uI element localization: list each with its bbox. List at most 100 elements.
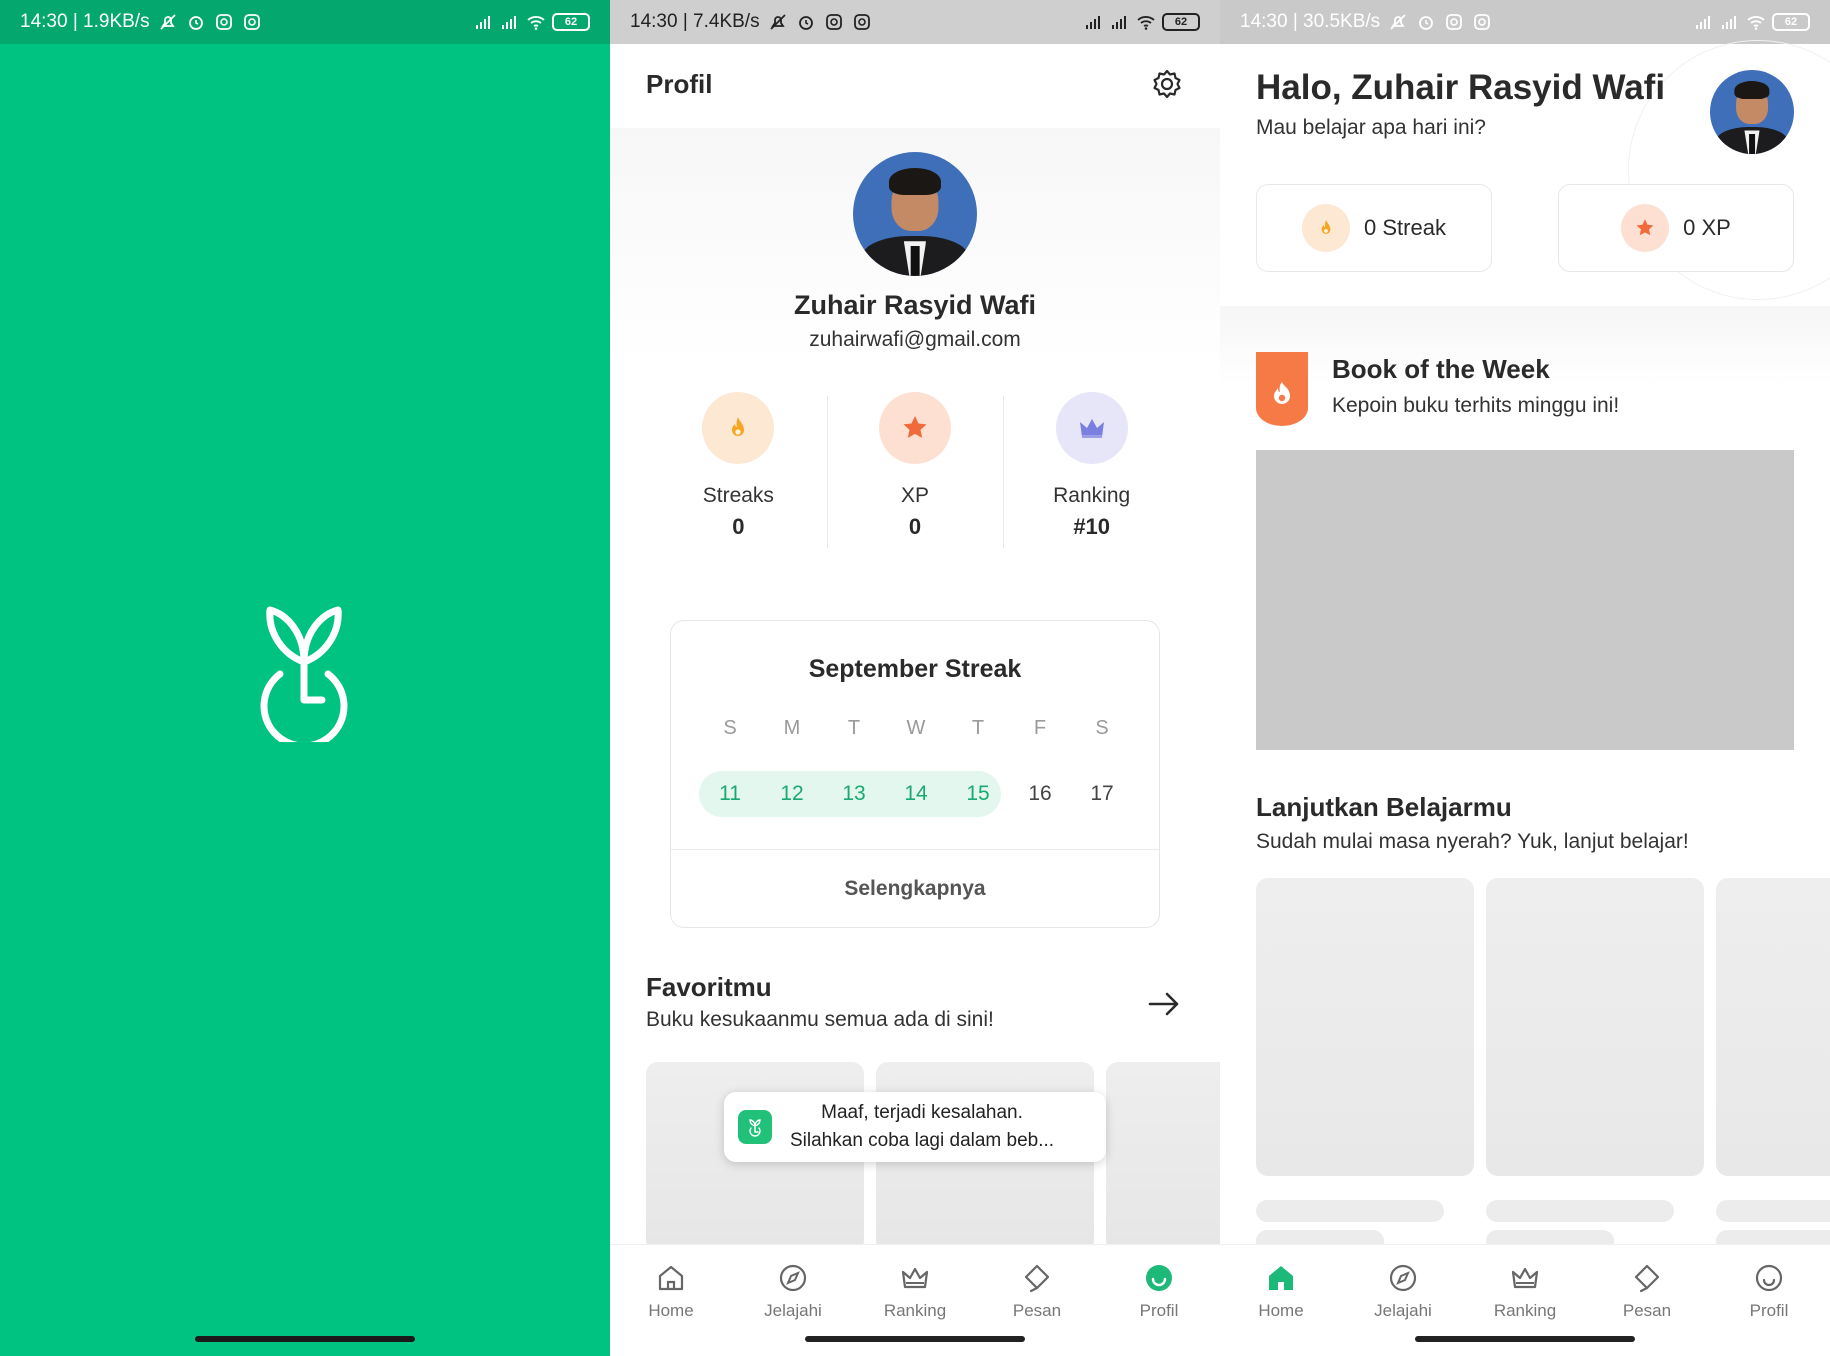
flame-icon xyxy=(702,392,775,464)
toast-line: Maaf, terjadi kesalahan. xyxy=(821,1101,1023,1123)
alarm-icon xyxy=(1419,16,1434,30)
stat-xp[interactable]: XP 0 xyxy=(826,392,1004,552)
nav-label: Pesan xyxy=(1622,1301,1672,1320)
weekday-label: S xyxy=(723,717,737,739)
crown-icon xyxy=(1055,392,1128,464)
battery-icon: 62 xyxy=(1162,13,1200,31)
bottom-nav: Home Jelajahi Ranking Pesan Profil xyxy=(610,1244,1220,1332)
nav-label: Home xyxy=(1258,1301,1304,1320)
splash-screen: 14:30 | 1.9KB/s 62 xyxy=(0,0,610,1356)
home-icon xyxy=(1269,1266,1293,1290)
see-more-button[interactable]: Selengkapnya xyxy=(671,877,1159,901)
instagram-icon xyxy=(853,14,870,30)
weekday-label: T xyxy=(971,717,985,739)
profile-stats: Streaks 0 XP 0 Ranking #10 xyxy=(650,392,1180,552)
home-icon xyxy=(658,1265,684,1291)
course-card-placeholder[interactable] xyxy=(1486,878,1704,1176)
status-bar: 14:30 | 1.9KB/s 62 xyxy=(0,0,610,44)
smile-icon xyxy=(1146,1265,1172,1291)
signal-icon xyxy=(476,16,490,29)
avatar[interactable] xyxy=(1710,70,1794,154)
mute-icon xyxy=(1390,14,1406,30)
weekday-label: M xyxy=(783,717,801,739)
xp-summary-card[interactable]: 0 XP xyxy=(1558,184,1794,272)
flame-icon xyxy=(1302,204,1351,252)
weekday-label: S xyxy=(1095,717,1109,739)
alarm-icon xyxy=(188,16,203,30)
skeleton-line xyxy=(1716,1200,1830,1222)
xp-summary-text: 0 XP xyxy=(1683,215,1731,240)
smile-icon xyxy=(1755,1264,1783,1292)
arrow-right-icon[interactable] xyxy=(1146,986,1182,1022)
streak-summary-card[interactable]: 0 Streak xyxy=(1256,184,1492,272)
profile-header: Profil xyxy=(610,44,1220,124)
avatar[interactable] xyxy=(853,152,977,276)
streak-title: September Streak xyxy=(808,655,1022,683)
page-title: Profil xyxy=(646,68,713,99)
favorites-subtitle: Buku kesukaanmu semua ada di sini! xyxy=(646,1008,994,1031)
profile-email: zuhairwafi@gmail.com xyxy=(809,328,1021,351)
wifi-icon xyxy=(527,16,545,30)
nav-ranking[interactable]: Ranking xyxy=(1464,1245,1586,1332)
instagram-icon xyxy=(1446,14,1463,30)
nav-explore[interactable]: Jelajahi xyxy=(1342,1245,1464,1332)
message-icon xyxy=(1634,1264,1660,1293)
book-of-week-title: Book of the Week xyxy=(1332,354,1550,384)
continue-learning-title: Lanjutkan Belajarmu xyxy=(1256,792,1512,822)
instagram-icon xyxy=(243,14,260,30)
stat-ranking[interactable]: Ranking #10 xyxy=(1003,392,1180,552)
stat-value: 0 xyxy=(908,514,922,539)
greeting-subtitle: Mau belajar apa hari ini? xyxy=(1256,116,1486,139)
alarm-icon xyxy=(798,16,813,30)
stat-label: Streaks xyxy=(702,484,774,507)
profile-screen: 14:30 | 7.4KB/s 62 Profil Zuhair Rasyid … xyxy=(610,0,1220,1356)
home-indicator[interactable] xyxy=(1415,1336,1635,1342)
stat-value: 0 xyxy=(732,514,745,539)
home-indicator[interactable] xyxy=(195,1336,415,1342)
nav-home[interactable]: Home xyxy=(1220,1245,1342,1332)
app-icon xyxy=(738,1110,772,1144)
course-card-placeholder[interactable] xyxy=(1716,878,1830,1176)
favorites-title: Favoritmu xyxy=(646,972,772,1002)
date-row: 11 12 13 14 15 16 17 xyxy=(699,771,1133,817)
nav-home[interactable]: Home xyxy=(610,1245,732,1332)
course-card-placeholder[interactable] xyxy=(1256,878,1474,1176)
weekday-row: S M T W T F S xyxy=(699,717,1133,740)
sprout-logo-icon xyxy=(260,606,348,742)
date-cell: 11 xyxy=(719,782,741,805)
signal-icon xyxy=(502,16,516,29)
error-toast: Maaf, terjadi kesalahan. Silahkan coba l… xyxy=(724,1092,1106,1162)
mute-icon xyxy=(769,14,786,30)
continue-learning-subtitle: Sudah mulai masa nyerah? Yuk, lanjut bel… xyxy=(1256,830,1689,853)
nav-profile[interactable]: Profil xyxy=(1098,1245,1220,1332)
message-icon xyxy=(1024,1264,1050,1293)
nav-messages[interactable]: Pesan xyxy=(976,1245,1098,1332)
book-of-week-image[interactable] xyxy=(1256,450,1794,750)
instagram-icon xyxy=(1474,14,1491,30)
status-bar: 14:30 | 30.5KB/s 62 xyxy=(1220,0,1830,44)
status-time: 14:30 | 30.5KB/s xyxy=(1240,11,1381,32)
favorite-book-card[interactable] xyxy=(1106,1062,1220,1252)
date-cell: 15 xyxy=(966,782,990,805)
gear-icon[interactable] xyxy=(1150,67,1184,101)
flame-badge-icon xyxy=(1256,352,1308,426)
profile-name: Zuhair Rasyid Wafi xyxy=(793,290,1037,320)
nav-label: Ranking xyxy=(1493,1301,1557,1320)
nav-messages[interactable]: Pesan xyxy=(1586,1245,1708,1332)
stat-label: XP xyxy=(901,484,930,507)
nav-ranking[interactable]: Ranking xyxy=(854,1245,976,1332)
crown-icon xyxy=(901,1267,929,1289)
star-icon xyxy=(1621,204,1670,252)
status-bar: 14:30 | 7.4KB/s 62 xyxy=(610,0,1220,44)
streak-summary-text: 0 Streak xyxy=(1364,215,1446,240)
battery-icon: 62 xyxy=(1772,13,1810,31)
nav-label: Pesan xyxy=(1012,1301,1062,1320)
date-cell: 17 xyxy=(1090,782,1114,805)
toast-line: Silahkan coba lagi dalam beb... xyxy=(790,1130,1055,1151)
stat-streaks[interactable]: Streaks 0 xyxy=(650,392,827,552)
home-indicator[interactable] xyxy=(805,1336,1025,1342)
nav-explore[interactable]: Jelajahi xyxy=(732,1245,854,1332)
nav-label: Ranking xyxy=(883,1301,947,1320)
wifi-icon xyxy=(1137,16,1155,30)
nav-profile[interactable]: Profil xyxy=(1708,1245,1830,1332)
